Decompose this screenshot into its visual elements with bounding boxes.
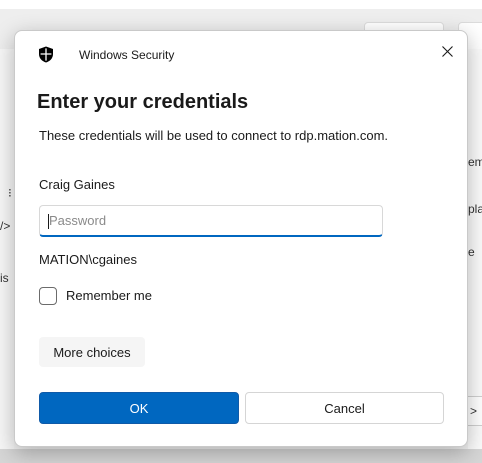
background-right-button[interactable]: > xyxy=(468,396,482,426)
background-text-fragment: /> xyxy=(0,219,11,233)
background-top-strip xyxy=(0,0,482,9)
background-text-fragment: em xyxy=(468,155,482,169)
text-caret xyxy=(48,214,49,229)
background-left-panel xyxy=(0,49,14,449)
shield-icon xyxy=(39,46,53,63)
background-bottom-strip xyxy=(0,449,482,463)
remember-me-option[interactable]: Remember me xyxy=(39,286,152,306)
background-text-fragment: ⁝ xyxy=(8,186,12,200)
password-input[interactable] xyxy=(40,206,382,235)
dialog-description: These credentials will be used to connec… xyxy=(39,128,389,143)
remember-me-checkbox[interactable] xyxy=(39,287,57,305)
dialog-title: Windows Security xyxy=(79,48,175,62)
password-field[interactable] xyxy=(39,205,383,237)
username-label: Craig Gaines xyxy=(39,177,115,192)
remember-me-label[interactable]: Remember me xyxy=(66,288,152,304)
close-button[interactable] xyxy=(433,37,461,65)
background-text-fragment: is xyxy=(0,271,9,285)
credentials-dialog: Windows Security Enter your credentials … xyxy=(14,30,468,447)
cancel-button[interactable]: Cancel xyxy=(245,392,444,424)
domain-username: MATION\cgaines xyxy=(39,252,138,267)
ok-button[interactable]: OK xyxy=(39,392,239,424)
chevron-right-icon: > xyxy=(470,404,478,418)
more-choices-button[interactable]: More choices xyxy=(39,337,145,367)
background-text-fragment: pla xyxy=(468,202,482,216)
dialog-heading: Enter your credentials xyxy=(37,91,249,113)
background-text-fragment: e xyxy=(468,245,475,259)
close-icon xyxy=(441,45,453,57)
